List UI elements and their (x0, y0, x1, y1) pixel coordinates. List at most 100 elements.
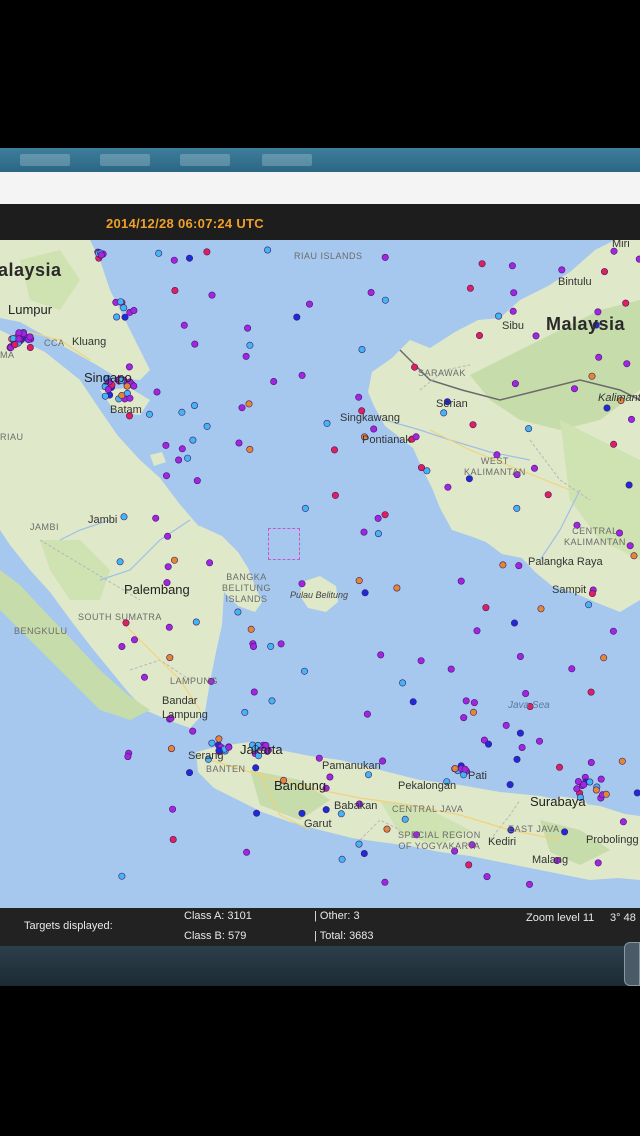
vessel-marker[interactable] (242, 352, 250, 360)
vessel-marker[interactable] (131, 636, 139, 644)
vessel-marker[interactable] (440, 409, 448, 417)
vessel-marker[interactable] (535, 737, 543, 745)
vessel-marker[interactable] (168, 745, 176, 753)
vessel-marker[interactable] (558, 266, 566, 274)
taskbar-item[interactable] (262, 154, 312, 166)
vessel-marker[interactable] (130, 307, 138, 315)
vessel-marker[interactable] (191, 402, 199, 410)
vessel-marker[interactable] (175, 456, 183, 464)
vessel-marker[interactable] (171, 286, 179, 294)
vessel-marker[interactable] (586, 778, 594, 786)
vessel-marker[interactable] (587, 688, 595, 696)
vessel-marker[interactable] (118, 872, 126, 880)
vessel-marker[interactable] (298, 371, 306, 379)
vessel-marker[interactable] (409, 698, 417, 706)
vessel-marker[interactable] (298, 580, 306, 588)
vessel-marker[interactable] (163, 472, 171, 480)
vessel-marker[interactable] (609, 627, 617, 635)
vessel-marker[interactable] (101, 392, 109, 400)
vessel-marker[interactable] (482, 604, 490, 612)
vessel-marker[interactable] (322, 806, 330, 814)
vessel-marker[interactable] (97, 251, 105, 259)
vessel-marker[interactable] (570, 385, 578, 393)
vessel-marker[interactable] (215, 735, 223, 743)
vessel-marker[interactable] (509, 307, 517, 315)
vessel-marker[interactable] (483, 873, 491, 881)
taskbar-item[interactable] (100, 154, 150, 166)
vessel-marker[interactable] (225, 743, 233, 751)
vessel-marker[interactable] (293, 313, 301, 321)
vessel-marker[interactable] (15, 335, 23, 343)
vessel-marker[interactable] (484, 740, 492, 748)
vessel-marker[interactable] (381, 296, 389, 304)
vessel-marker[interactable] (120, 304, 128, 312)
vessel-marker[interactable] (381, 878, 389, 886)
vessel-marker[interactable] (355, 840, 363, 848)
vessel-marker[interactable] (466, 284, 474, 292)
vessel-marker[interactable] (162, 441, 170, 449)
vessel-marker[interactable] (399, 679, 407, 687)
vessel-marker[interactable] (513, 504, 521, 512)
vessel-marker[interactable] (206, 559, 214, 567)
vessel-marker[interactable] (241, 708, 249, 716)
vessel-marker[interactable] (153, 388, 161, 396)
vessel-marker[interactable] (603, 404, 611, 412)
vessel-marker[interactable] (381, 253, 389, 261)
vessel-marker[interactable] (377, 651, 385, 659)
vessel-marker[interactable] (300, 667, 308, 675)
vessel-marker[interactable] (602, 790, 610, 798)
vessel-marker[interactable] (165, 623, 173, 631)
vessel-marker[interactable] (594, 859, 602, 867)
vessel-marker[interactable] (592, 786, 600, 794)
vessel-marker[interactable] (374, 530, 382, 538)
vessel-marker[interactable] (573, 785, 581, 793)
vessel-marker[interactable] (417, 657, 425, 665)
vessel-marker[interactable] (630, 552, 638, 560)
vessel-marker[interactable] (164, 563, 172, 571)
vessel-marker[interactable] (178, 445, 186, 453)
vessel-marker[interactable] (506, 781, 514, 789)
vessel-marker[interactable] (411, 363, 419, 371)
vessel-marker[interactable] (15, 329, 23, 337)
vessel-marker[interactable] (580, 781, 588, 789)
vessel-marker[interactable] (374, 514, 382, 522)
vessel-marker[interactable] (561, 828, 569, 836)
vessel-marker[interactable] (117, 298, 125, 306)
vessel-marker[interactable] (126, 394, 134, 402)
vessel-marker[interactable] (469, 708, 477, 716)
vessel-marker[interactable] (635, 255, 640, 263)
vessel-marker[interactable] (355, 577, 363, 585)
vessel-marker[interactable] (246, 341, 254, 349)
vessel-marker[interactable] (619, 818, 627, 826)
vessel-marker[interactable] (381, 511, 389, 519)
vessel-marker[interactable] (600, 654, 608, 662)
vessel-marker[interactable] (180, 321, 188, 329)
vessel-marker[interactable] (360, 528, 368, 536)
vessel-marker[interactable] (367, 288, 375, 296)
vessel-marker[interactable] (186, 254, 194, 262)
vessel-marker[interactable] (383, 825, 391, 833)
vessel-marker[interactable] (525, 880, 533, 888)
vessel-marker[interactable] (360, 849, 368, 857)
vessel-marker[interactable] (243, 848, 251, 856)
vessel-marker[interactable] (244, 324, 252, 332)
vessel-marker[interactable] (451, 765, 459, 773)
vessel-marker[interactable] (465, 861, 473, 869)
vessel-marker[interactable] (358, 346, 366, 354)
vessel-marker[interactable] (170, 256, 178, 264)
vessel-marker[interactable] (600, 268, 608, 276)
selection-box[interactable] (268, 528, 300, 560)
vessel-marker[interactable] (118, 642, 126, 650)
vessel-marker[interactable] (513, 755, 521, 763)
vessel-marker[interactable] (460, 714, 468, 722)
vessel-marker[interactable] (457, 577, 465, 585)
vessel-marker[interactable] (469, 421, 477, 429)
vessel-marker[interactable] (246, 445, 254, 453)
vessel-marker[interactable] (473, 627, 481, 635)
vessel-marker[interactable] (370, 425, 378, 433)
vessel-marker[interactable] (208, 739, 216, 747)
vessel-marker[interactable] (113, 313, 121, 321)
vessel-marker[interactable] (118, 392, 126, 400)
vessel-marker[interactable] (166, 654, 174, 662)
vessel-marker[interactable] (495, 312, 503, 320)
